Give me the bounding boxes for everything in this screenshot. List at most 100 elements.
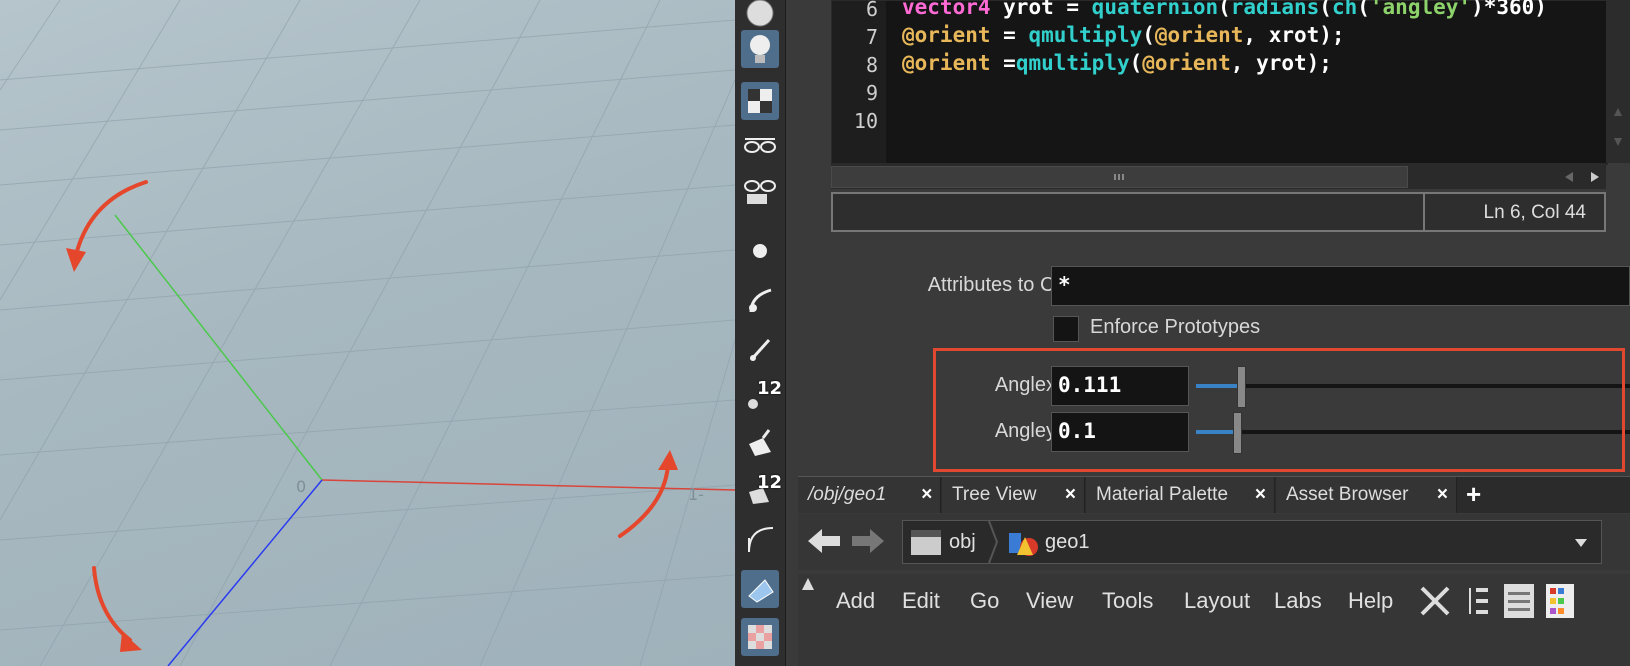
tools-wrench-icon[interactable]	[1416, 582, 1456, 620]
code-token: 'angley'	[1369, 0, 1472, 19]
angley-field[interactable]: 0.1	[1051, 412, 1189, 452]
code-token: radians	[1230, 0, 1320, 19]
code-token: =	[990, 51, 1016, 75]
angley-label: Angley	[994, 420, 1056, 442]
line-number: 9	[865, 81, 878, 105]
line-number: 8	[865, 53, 878, 77]
tab-label: Tree View	[952, 484, 1037, 505]
editor-status-bar: Ln 6, Col 44	[831, 192, 1606, 232]
status-message	[833, 194, 1425, 230]
list-view-icon[interactable]	[1502, 582, 1536, 620]
path-breadcrumb[interactable]: obj geo1	[902, 520, 1602, 564]
breadcrumb-obj[interactable]: obj	[949, 531, 976, 554]
enforce-prototypes-label: Enforce Prototypes	[1090, 316, 1261, 338]
viewport-scene: 0 1-	[0, 0, 735, 666]
menu-tools[interactable]: Tools	[1102, 588, 1153, 614]
forward-arrow-icon[interactable]	[850, 526, 886, 556]
menu-layout[interactable]: Layout	[1184, 588, 1250, 614]
scroll-arrows-icon[interactable]	[1551, 167, 1606, 187]
rotation-arrows	[74, 180, 670, 642]
code-token: , xrot);	[1243, 23, 1345, 47]
close-icon[interactable]: ×	[1437, 477, 1448, 513]
network-menu-bar: Add Edit Go View Tools Layout Labs Help	[798, 574, 1630, 628]
points-count-icon[interactable]: 12	[741, 378, 782, 416]
tab-tree-view[interactable]: Tree View ×	[942, 477, 1085, 513]
lightbulb-icon[interactable]	[741, 30, 779, 68]
back-arrow-icon[interactable]	[806, 526, 842, 556]
code-token: yrot =	[990, 0, 1092, 19]
menu-help[interactable]: Help	[1348, 588, 1393, 614]
menu-labs[interactable]: Labs	[1274, 588, 1322, 614]
code-token: (	[1319, 0, 1332, 19]
add-tab-button[interactable]: +	[1466, 479, 1481, 510]
code-token: @orient	[1154, 23, 1244, 47]
tab-label: /obj/geo1	[808, 484, 887, 505]
line-number: 10	[853, 109, 878, 133]
tab-asset-browser[interactable]: Asset Browser ×	[1276, 477, 1457, 513]
angley-slider-fill	[1196, 430, 1236, 434]
code-horizontal-scrollbar[interactable]	[831, 163, 1606, 189]
close-icon[interactable]: ×	[921, 477, 932, 513]
menu-edit[interactable]: Edit	[902, 588, 940, 614]
close-icon[interactable]: ×	[1255, 477, 1266, 513]
network-editor-area[interactable]	[798, 628, 1630, 666]
code-token: @orient	[902, 51, 991, 75]
code-token: (	[1142, 23, 1155, 47]
code-token: vector4	[902, 0, 991, 19]
code-token: ch	[1331, 0, 1358, 19]
shovel-icon[interactable]	[741, 424, 779, 462]
vex-code-editor[interactable]: 6 7 8 9 10 vector4 yrot = quaternion(radians…	[831, 0, 1608, 165]
close-icon[interactable]: ×	[1065, 477, 1076, 513]
code-token: (	[1129, 51, 1143, 75]
pen-icon[interactable]	[741, 330, 779, 368]
code-token: @orient	[902, 23, 991, 47]
paint-count-badge: 12	[757, 472, 783, 493]
menu-view[interactable]: View	[1026, 588, 1073, 614]
anglex-slider-fill	[1196, 384, 1240, 388]
curve-tool-icon[interactable]	[741, 282, 779, 320]
angley-slider-knob[interactable]	[1233, 412, 1242, 454]
point-icon[interactable]	[741, 232, 779, 270]
checker-texture-icon[interactable]	[741, 618, 779, 656]
menu-go[interactable]: Go	[970, 588, 999, 614]
collapse-arrow-icon[interactable]	[800, 576, 816, 592]
stereo-camera-icon[interactable]	[741, 172, 779, 210]
cursor-position: Ln 6, Col 44	[1483, 202, 1586, 223]
code-token: qmultiply	[1015, 51, 1130, 75]
tab-material-palette[interactable]: Material Palette ×	[1086, 477, 1275, 513]
code-vertical-scrollbar[interactable]	[1606, 0, 1630, 163]
sphere-light-icon[interactable]	[741, 0, 779, 32]
anglex-field[interactable]: 0.111	[1051, 366, 1189, 406]
tab-label: Asset Browser	[1286, 484, 1409, 505]
angley-slider[interactable]	[1196, 430, 1630, 434]
tab-label: Material Palette	[1096, 484, 1229, 505]
enforce-prototypes-checkbox[interactable]	[1053, 316, 1079, 342]
code-token: quaternion	[1091, 0, 1219, 19]
chevron-down-icon[interactable]	[1573, 537, 1589, 549]
tab-obj-geo1[interactable]: /obj/geo1 ×	[798, 477, 941, 513]
anglex-slider-knob[interactable]	[1237, 366, 1246, 408]
code-token: , yrot);	[1230, 51, 1332, 75]
anglex-slider[interactable]	[1196, 384, 1630, 388]
checker-cube-icon[interactable]	[741, 82, 779, 120]
clapper-icon	[911, 530, 941, 555]
plane-icon[interactable]	[741, 570, 779, 608]
line-number: 7	[865, 25, 878, 49]
menu-add[interactable]: Add	[836, 588, 875, 614]
paint-count-icon[interactable]: 12	[741, 472, 783, 510]
scroll-thumb[interactable]	[831, 166, 1408, 188]
3d-viewport[interactable]: 0 1-	[0, 0, 735, 666]
code-line: @orient = qmultiply(@orient, xrot);	[902, 23, 1345, 47]
code-token: @orient	[1142, 51, 1231, 75]
breadcrumb-geo1[interactable]: geo1	[1045, 531, 1090, 554]
code-token: (	[1218, 0, 1231, 19]
palette-grid-icon[interactable]	[1544, 582, 1576, 620]
anglex-label: Anglex	[994, 374, 1056, 396]
glasses-icon[interactable]	[741, 126, 779, 164]
tree-icon[interactable]	[1464, 584, 1494, 618]
attributes-field[interactable]: *	[1051, 266, 1630, 306]
network-path-bar: obj geo1	[798, 514, 1630, 570]
code-token: )*360)	[1471, 0, 1547, 19]
code-token: =	[990, 23, 1029, 47]
bezier-icon[interactable]	[741, 520, 779, 558]
